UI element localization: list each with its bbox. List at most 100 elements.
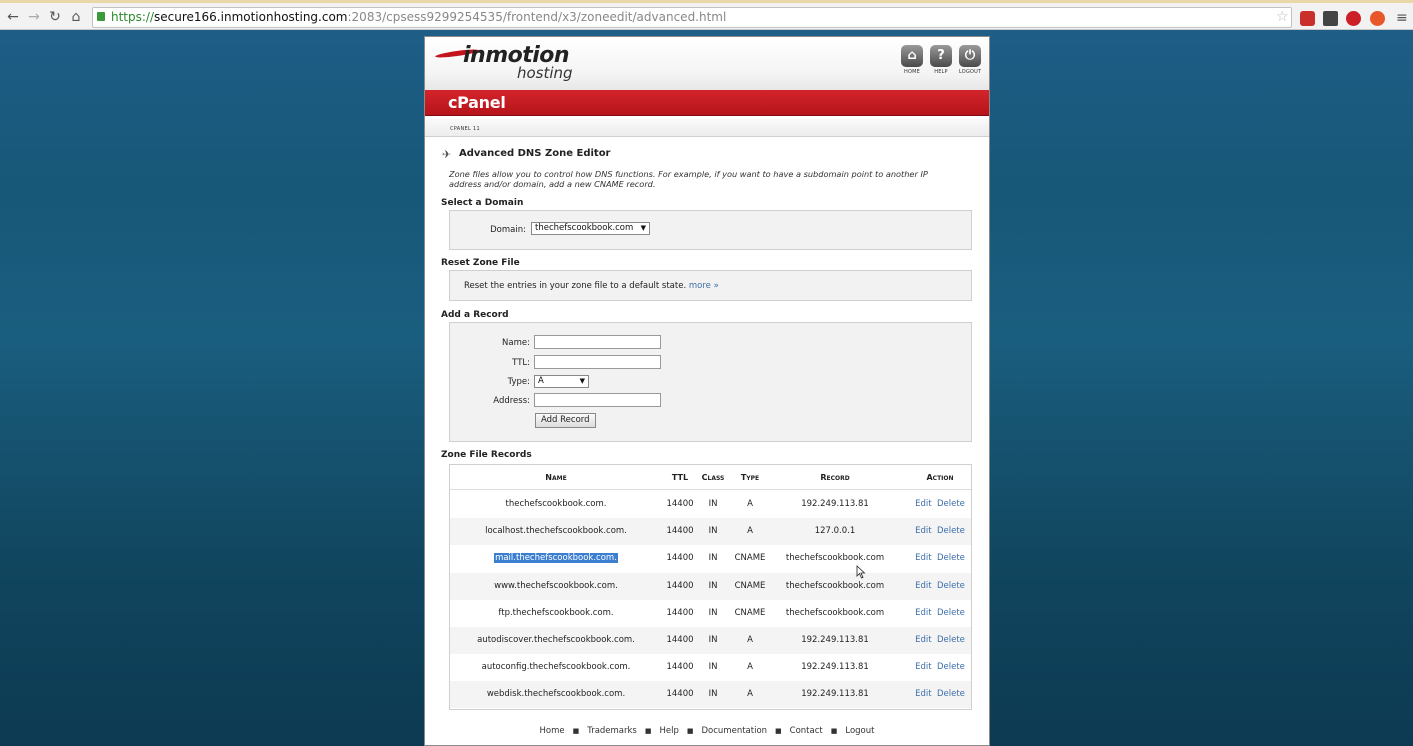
top-home-button[interactable]: ⌂ HOME xyxy=(901,45,923,75)
page-description: Zone files allow you to control how DNS … xyxy=(449,169,928,189)
footer-separator: ■ xyxy=(775,727,782,735)
top-home-label: HOME xyxy=(904,69,920,75)
name-input[interactable] xyxy=(534,335,661,349)
record-name: localhost.thechefscookbook.com. xyxy=(485,526,627,537)
top-help-button[interactable]: ? HELP xyxy=(930,45,952,75)
record-type: CNAME xyxy=(734,553,766,564)
footer-separator: ■ xyxy=(830,727,838,735)
url-host: secure166.inmotionhosting.com xyxy=(154,10,348,24)
record-ttl: 14400 xyxy=(666,526,694,537)
footer-link-logout[interactable]: Logout xyxy=(845,726,874,736)
edit-record-link[interactable]: Edit xyxy=(915,608,931,618)
edit-record-link[interactable]: Edit xyxy=(915,662,931,672)
delete-record-link[interactable]: Delete xyxy=(937,526,965,536)
record-value: 192.249.113.81 xyxy=(801,662,869,673)
table-row: autoconfig.thechefscookbook.com. 14400 IN A… xyxy=(450,654,971,681)
address-bar[interactable]: https://secure166.inmotionhosting.com:20… xyxy=(92,7,1292,28)
selected-text-highlight: mail.thechefscookbook.com. xyxy=(494,553,618,564)
delete-record-link[interactable]: Delete xyxy=(937,499,965,509)
record-type: A xyxy=(747,635,753,645)
bookmark-star-icon[interactable]: ☆ xyxy=(1276,7,1289,27)
cpanel-frame: inmotion hosting ⌂ HOME ? HELP ⏻ LOGOUT … xyxy=(424,36,990,746)
forward-arrow-icon[interactable]: → xyxy=(24,6,44,28)
extension-shield-icon[interactable] xyxy=(1323,11,1338,26)
delete-record-link[interactable]: Delete xyxy=(937,581,965,591)
delete-record-link[interactable]: Delete xyxy=(937,608,965,618)
col-header-name: Name xyxy=(545,473,567,482)
edit-record-link[interactable]: Edit xyxy=(915,526,931,536)
zone-records-table: Name TTL Class Type Record Action theche… xyxy=(449,464,972,710)
delete-record-link[interactable]: Delete xyxy=(937,635,965,645)
col-header-class: Class xyxy=(701,473,725,482)
pinterest-icon[interactable] xyxy=(1346,11,1361,26)
breadcrumb: CPANEL 11 xyxy=(425,119,989,137)
record-value: thechefscookbook.com xyxy=(785,607,885,618)
add-record-button[interactable]: Add Record xyxy=(535,413,596,428)
menu-icon[interactable]: ≡ xyxy=(1396,8,1408,28)
dns-tool-icon: ✈ xyxy=(442,148,452,161)
table-row: www.thechefscookbook.com. 14400 IN CNAME the… xyxy=(450,572,971,600)
record-ttl: 14400 xyxy=(666,662,694,673)
edit-record-link[interactable]: Edit xyxy=(915,553,931,563)
record-class: IN xyxy=(708,635,718,645)
edit-record-link[interactable]: Edit xyxy=(915,635,931,645)
record-class: IN xyxy=(708,689,718,700)
type-select[interactable]: A ▼ xyxy=(534,375,589,388)
record-name[interactable]: mail.thechefscookbook.com. xyxy=(450,553,662,564)
delete-record-link[interactable]: Delete xyxy=(937,662,965,672)
type-label: Type: xyxy=(507,377,530,387)
header: inmotion hosting ⌂ HOME ? HELP ⏻ LOGOUT xyxy=(425,37,989,90)
record-name: autodiscover.thechefscookbook.com. xyxy=(477,635,635,645)
url-scheme: https:// xyxy=(111,10,155,24)
extension-circle-icon[interactable] xyxy=(1370,11,1385,26)
logo-hosting: hosting xyxy=(517,64,573,82)
record-actions: Edit Delete xyxy=(905,689,975,699)
browser-toolbar: ← → ↻ ⌂ https://secure166.inmotionhostin… xyxy=(0,0,1413,30)
footer-link-trademarks[interactable]: Trademarks xyxy=(587,726,637,736)
delete-record-link[interactable]: Delete xyxy=(937,553,965,563)
record-ttl: 14400 xyxy=(666,607,694,618)
version-label: CPANEL 11 xyxy=(450,126,480,132)
col-header-type: Type xyxy=(740,473,760,482)
reset-text: Reset the entries in your zone file to a… xyxy=(464,281,687,291)
home-icon[interactable]: ⌂ xyxy=(66,6,86,28)
record-ttl: 14400 xyxy=(666,553,694,564)
domain-select[interactable]: thechefscookbook.com ▼ xyxy=(531,222,650,235)
reset-more-link[interactable]: more » xyxy=(689,281,719,291)
delete-record-link[interactable]: Delete xyxy=(937,689,965,699)
record-type: A xyxy=(747,689,753,700)
ttl-input[interactable] xyxy=(534,355,661,369)
top-logout-button[interactable]: ⏻ LOGOUT xyxy=(959,45,981,75)
footer: Home ■ Trademarks ■ Help ■ Documentation ■ Conta… xyxy=(425,726,989,736)
footer-separator: ■ xyxy=(686,727,694,735)
footer-link-documentation[interactable]: Documentation xyxy=(702,726,768,736)
cpanel-logo[interactable]: cPanel xyxy=(448,93,506,112)
record-actions: Edit Delete xyxy=(905,608,975,618)
add-record-heading: Add a Record xyxy=(441,310,509,320)
footer-link-contact[interactable]: Contact xyxy=(790,726,823,736)
product-bar: cPanel xyxy=(425,90,989,116)
record-actions: Edit Delete xyxy=(905,526,975,536)
col-header-action: Action xyxy=(926,473,954,482)
select-domain-heading: Select a Domain xyxy=(441,198,524,208)
edit-record-link[interactable]: Edit xyxy=(915,689,931,699)
record-actions: Edit Delete xyxy=(905,635,975,645)
record-class: IN xyxy=(708,580,718,591)
page-title: Advanced DNS Zone Editor xyxy=(459,148,611,159)
edit-record-link[interactable]: Edit xyxy=(915,581,931,591)
address-input[interactable] xyxy=(534,393,661,407)
edit-record-link[interactable]: Edit xyxy=(915,499,931,509)
back-arrow-icon[interactable]: ← xyxy=(3,6,23,28)
reset-panel: Reset the entries in your zone file to a… xyxy=(449,270,972,301)
name-label: Name: xyxy=(502,338,530,348)
footer-link-help[interactable]: Help xyxy=(659,726,678,736)
record-ttl: 14400 xyxy=(666,499,694,509)
reload-icon[interactable]: ↻ xyxy=(45,6,65,28)
footer-link-home[interactable]: Home xyxy=(540,726,565,736)
record-class: IN xyxy=(708,526,718,537)
extension-icon[interactable] xyxy=(1300,11,1315,26)
type-select-value: A xyxy=(538,376,544,386)
record-class: IN xyxy=(708,662,718,673)
url-path: :2083/cpsess9299254535/frontend/x3/zonee… xyxy=(347,10,727,24)
table-row: webdisk.thechefscookbook.com. 14400 IN A 192… xyxy=(450,681,971,709)
